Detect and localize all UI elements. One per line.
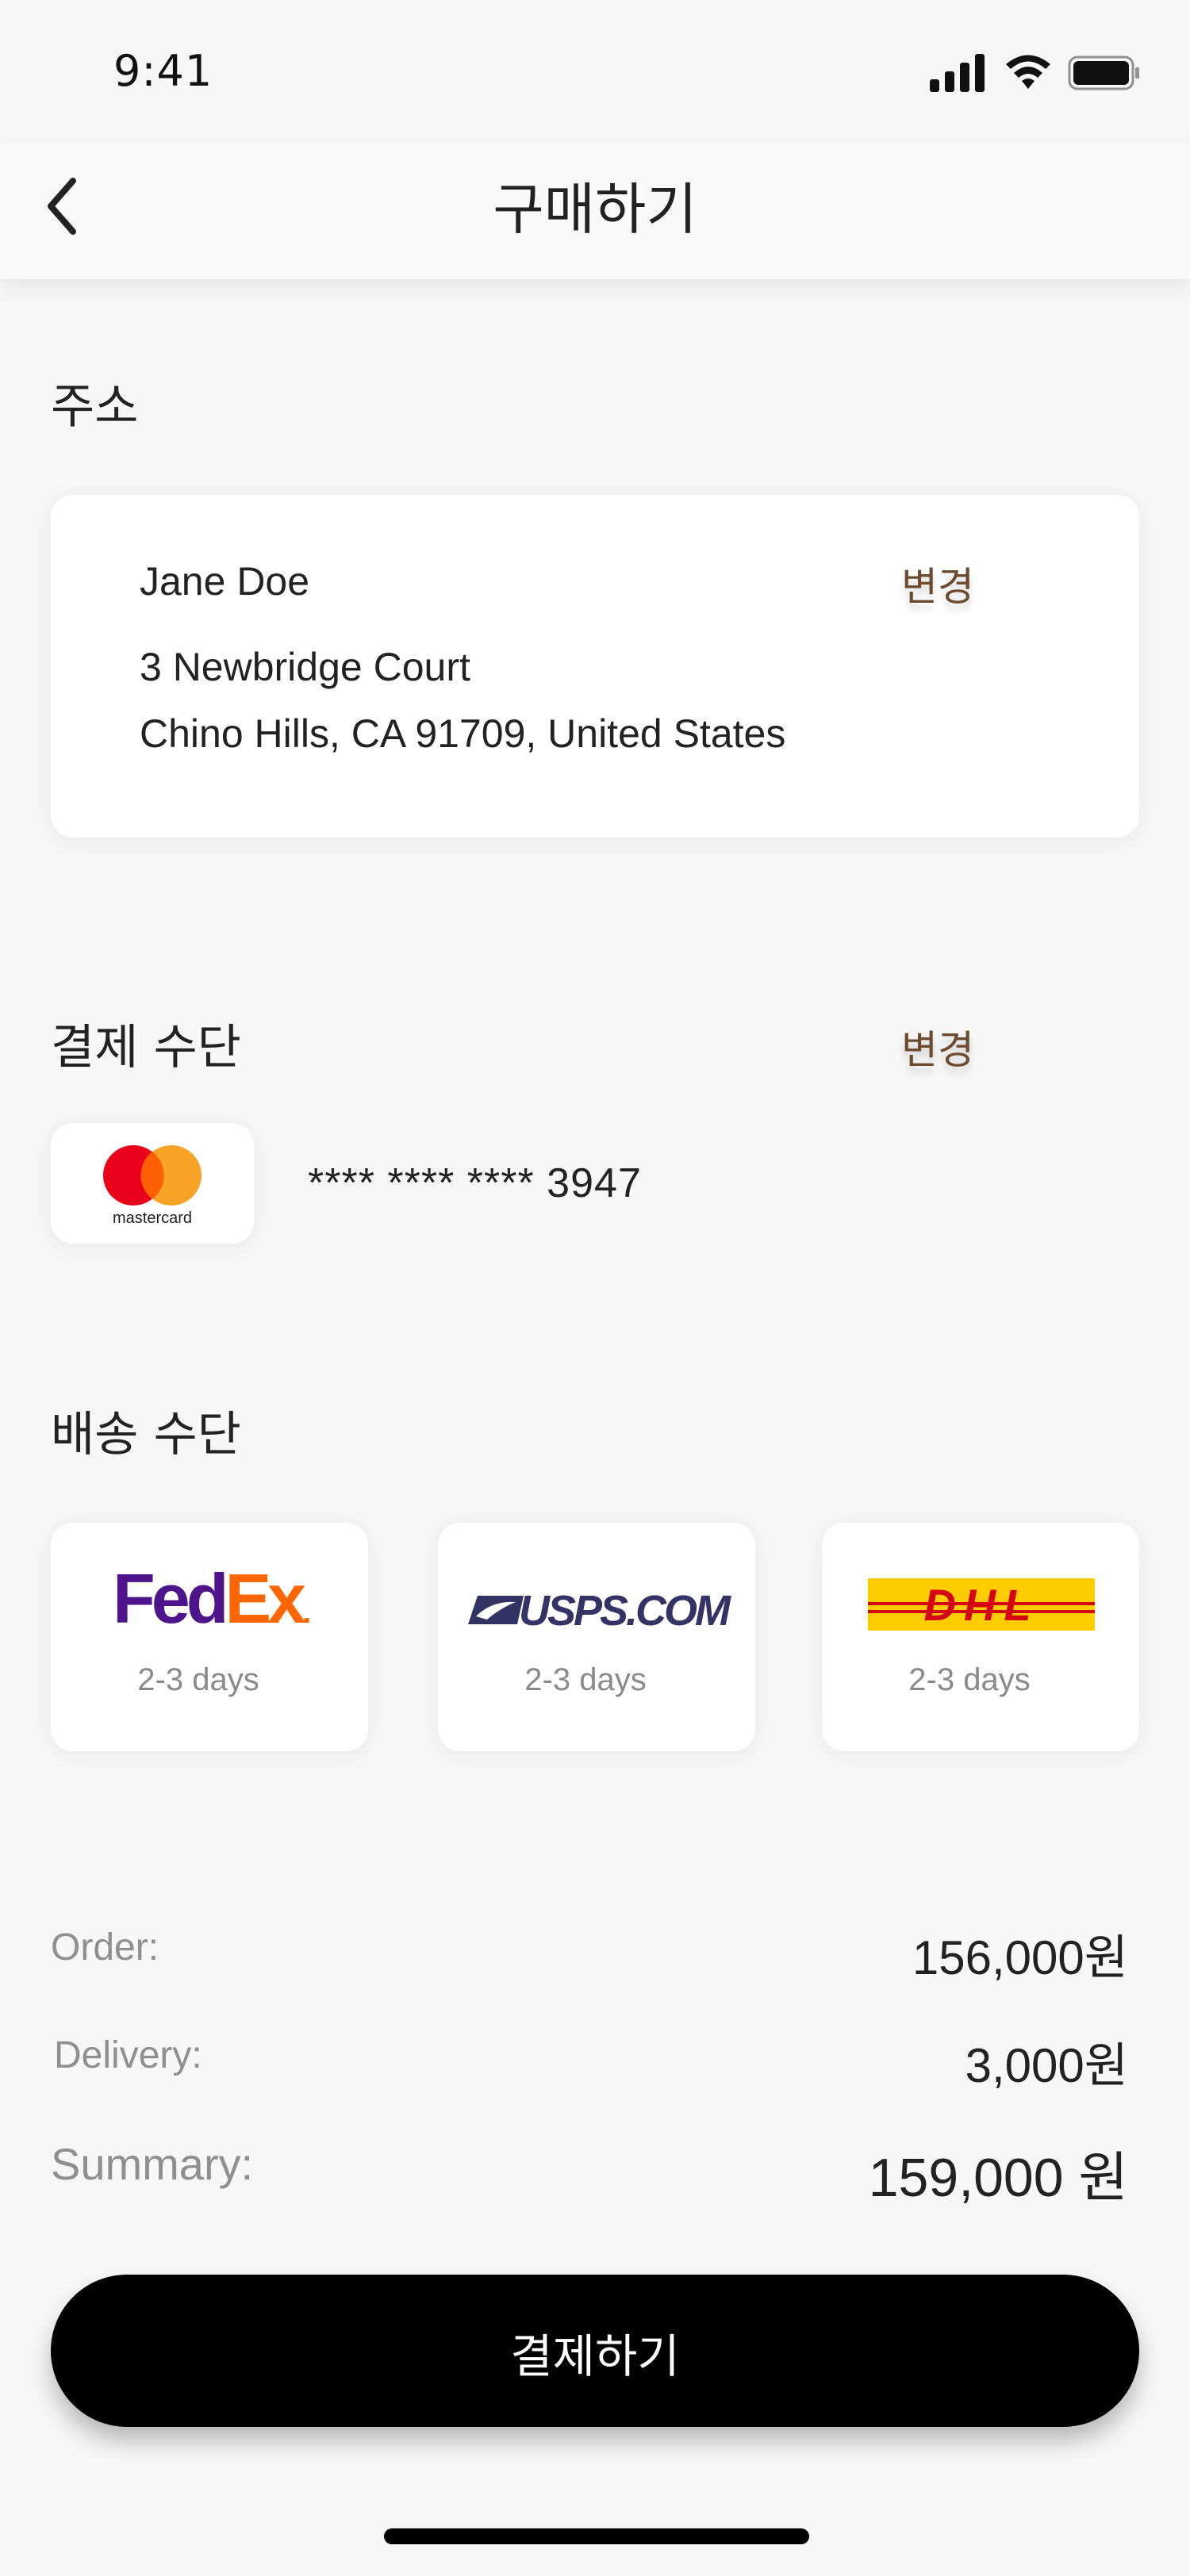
fedex-logo-dot: . [302, 1595, 311, 1630]
shipping-option-dhl[interactable] [822, 1523, 1139, 1751]
summary-label: Summary: [51, 2139, 254, 2189]
summary-value: 159,000 원 [868, 2148, 1128, 2208]
mastercard-card[interactable]: mastercard [51, 1123, 254, 1244]
wifi-icon [1006, 55, 1050, 89]
address-line-2: Chino Hills, CA 91709, United States [140, 711, 786, 756]
status-time: 9:41 [113, 46, 213, 96]
fedex-logo: FedEx. [113, 1564, 311, 1634]
battery-icon [1068, 56, 1139, 90]
shipping-option-usps[interactable] [438, 1523, 755, 1751]
address-name: Jane Doe [140, 559, 310, 604]
delivery-label: Delivery: [54, 2034, 202, 2076]
card-number: **** **** **** 3947 [308, 1160, 642, 1206]
checkout-button-label: 결제하기 [510, 2329, 680, 2383]
signal-icon [930, 54, 985, 92]
fedex-delivery-days: 2-3 days [137, 1662, 259, 1697]
mastercard-wordmark: mastercard [113, 1209, 192, 1226]
address-section-title: 주소 [51, 379, 139, 435]
usps-eagle-icon [468, 1596, 524, 1624]
usps-logo-text: USPS.COM [519, 1587, 731, 1635]
mastercard-logo-icon: mastercard [103, 1145, 202, 1226]
order-label: Order: [51, 1926, 159, 1968]
dhl-delivery-days: 2-3 days [908, 1662, 1031, 1697]
fedex-logo-text-fed: Fed [113, 1559, 228, 1638]
usps-delivery-days: 2-3 days [524, 1662, 647, 1697]
delivery-value: 3,000원 [965, 2039, 1128, 2092]
order-value: 156,000원 [912, 1931, 1128, 1984]
shipping-section-title: 배송 수단 [51, 1407, 241, 1462]
page-title: 구매하기 [493, 177, 697, 242]
change-address-button[interactable]: 변경 [901, 555, 974, 612]
dhl-logo-text: DHL [923, 1580, 1039, 1630]
home-indicator [384, 2528, 809, 2544]
payment-section-title: 결제 수단 [51, 1020, 241, 1075]
dhl-logo: DHL [868, 1578, 1095, 1631]
address-line-1: 3 Newbridge Court [140, 645, 470, 689]
change-payment-button[interactable]: 변경 [901, 1018, 974, 1075]
fedex-logo-text-ex: Ex [225, 1559, 306, 1638]
